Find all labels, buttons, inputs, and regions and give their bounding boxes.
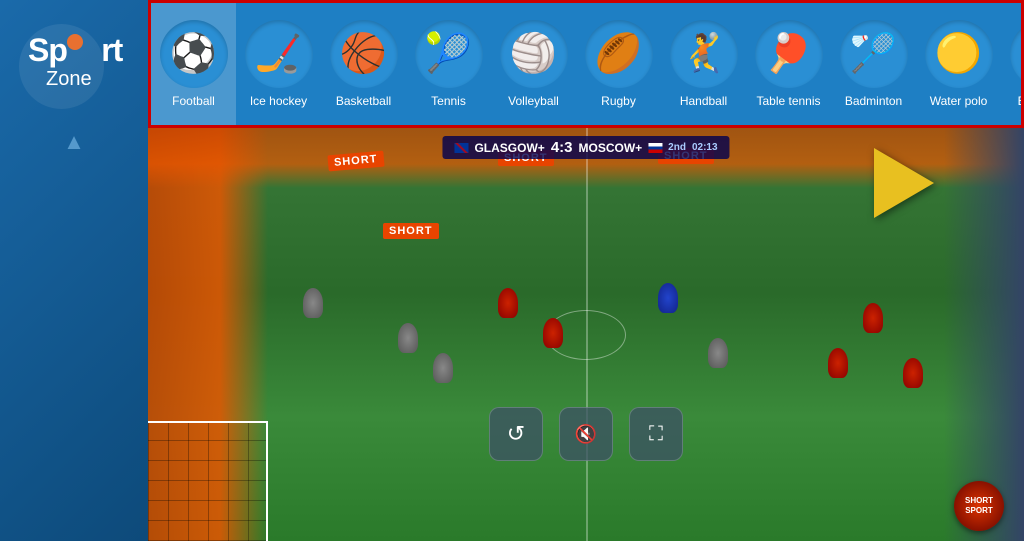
goal-net xyxy=(148,421,268,541)
sport-label-rugby: Rugby xyxy=(601,94,636,108)
sport-label-badminton: Badminton xyxy=(845,94,902,108)
sport-label-basketball: Basketball xyxy=(336,94,391,108)
player-7 xyxy=(708,338,728,368)
sport-label-water-polo: Water polo xyxy=(930,94,988,108)
brand-watermark: SHORTSPORT xyxy=(954,481,1014,531)
sport-item-water-polo[interactable]: 🟡 Water polo xyxy=(916,3,1001,125)
arrow-right-shape xyxy=(874,148,934,218)
logo-zone: Zone xyxy=(46,68,92,91)
sport-icon-table-tennis: 🏓 xyxy=(755,20,823,88)
sport-icon-beach-volley: 🏐 xyxy=(1010,20,1024,88)
sport-item-ice-hockey[interactable]: 🏒 Ice hockey xyxy=(236,3,321,125)
sport-icon-badminton: 🏸 xyxy=(840,20,908,88)
fullscreen-button[interactable]: ⛶ xyxy=(629,407,683,461)
player-3 xyxy=(433,353,453,383)
sport-icon-basketball: 🏀 xyxy=(330,20,398,88)
sport-item-football[interactable]: ⚽ Football xyxy=(151,3,236,125)
video-controls: ↺ 🔇 ⛶ xyxy=(489,407,683,461)
watermark-text: SHORTSPORT xyxy=(965,496,993,515)
player-10 xyxy=(903,358,923,388)
sport-label-ice-hockey: Ice hockey xyxy=(250,94,307,108)
score: 4:3 xyxy=(551,139,573,156)
flag-away xyxy=(648,143,662,153)
fullscreen-icon: ⛶ xyxy=(649,423,663,446)
sport-item-handball[interactable]: 🤾 Handball xyxy=(661,3,746,125)
sport-item-volleyball[interactable]: 🏐 Volleyball xyxy=(491,3,576,125)
match-time: 02:13 xyxy=(692,142,718,153)
player-5 xyxy=(543,318,563,348)
player-1 xyxy=(303,288,323,318)
field-background: SHORT SHORT SHORT SHORT GLASGOW+ 4:3 MOS… xyxy=(148,128,1024,541)
score-bar: GLASGOW+ 4:3 MOSCOW+ 2nd 02:13 xyxy=(442,136,729,159)
mute-icon: 🔇 xyxy=(575,424,597,445)
sport-item-badminton[interactable]: 🏸 Badminton xyxy=(831,3,916,125)
sport-label-football: Football xyxy=(172,94,215,108)
arrow-indicator xyxy=(874,148,934,218)
logo-area: Sp o rt Zone ▲ xyxy=(4,0,144,155)
player-9 xyxy=(863,303,883,333)
sport-item-tennis[interactable]: 🎾 Tennis xyxy=(406,3,491,125)
sport-item-table-tennis[interactable]: 🏓 Table tennis xyxy=(746,3,831,125)
sport-icon-water-polo: 🟡 xyxy=(925,20,993,88)
sport-label-volleyball: Volleyball xyxy=(508,94,559,108)
sport-icon-rugby: 🏉 xyxy=(585,20,653,88)
match-period: 2nd xyxy=(668,142,686,153)
sport-icon-tennis: 🎾 xyxy=(415,20,483,88)
player-2 xyxy=(398,323,418,353)
player-8 xyxy=(828,348,848,378)
sport-icon-football: ⚽ xyxy=(160,20,228,88)
sport-item-rugby[interactable]: 🏉 Rugby xyxy=(576,3,661,125)
sport-item-basketball[interactable]: 🏀 Basketball xyxy=(321,3,406,125)
sport-label-handball: Handball xyxy=(680,94,727,108)
team-away: MOSCOW+ xyxy=(579,141,643,155)
sport-icon-handball: 🤾 xyxy=(670,20,738,88)
sport-label-tennis: Tennis xyxy=(431,94,466,108)
sport-icon-volleyball: 🏐 xyxy=(500,20,568,88)
sport-label-table-tennis: Table tennis xyxy=(756,94,820,108)
logo-sport: Sp o rt xyxy=(28,34,122,66)
wall-right xyxy=(944,128,1024,541)
sport-item-beach-volley[interactable]: 🏐 B... voly... xyxy=(1001,3,1024,125)
sidebar: Sp o rt Zone ▲ xyxy=(0,0,148,541)
sidebar-arrow-up[interactable]: ▲ xyxy=(63,129,85,155)
player-6 xyxy=(658,283,678,313)
team-home: GLASGOW+ xyxy=(474,141,544,155)
video-area: SHORT SHORT SHORT SHORT GLASGOW+ 4:3 MOS… xyxy=(148,128,1024,541)
sport-icon-ice-hockey: 🏒 xyxy=(245,20,313,88)
watermark-circle: SHORTSPORT xyxy=(954,481,1004,531)
replay-icon: ↺ xyxy=(507,421,525,447)
sport-label-beach-volley: B... voly... xyxy=(1018,94,1024,108)
player-4 xyxy=(498,288,518,318)
mute-button[interactable]: 🔇 xyxy=(559,407,613,461)
flag-home xyxy=(454,143,468,153)
sports-bar: ⚽ Football 🏒 Ice hockey 🏀 Basketball 🎾 Tennis 🏐 V… xyxy=(148,0,1024,128)
replay-button[interactable]: ↺ xyxy=(489,407,543,461)
short-banner-4: SHORT xyxy=(383,223,439,239)
